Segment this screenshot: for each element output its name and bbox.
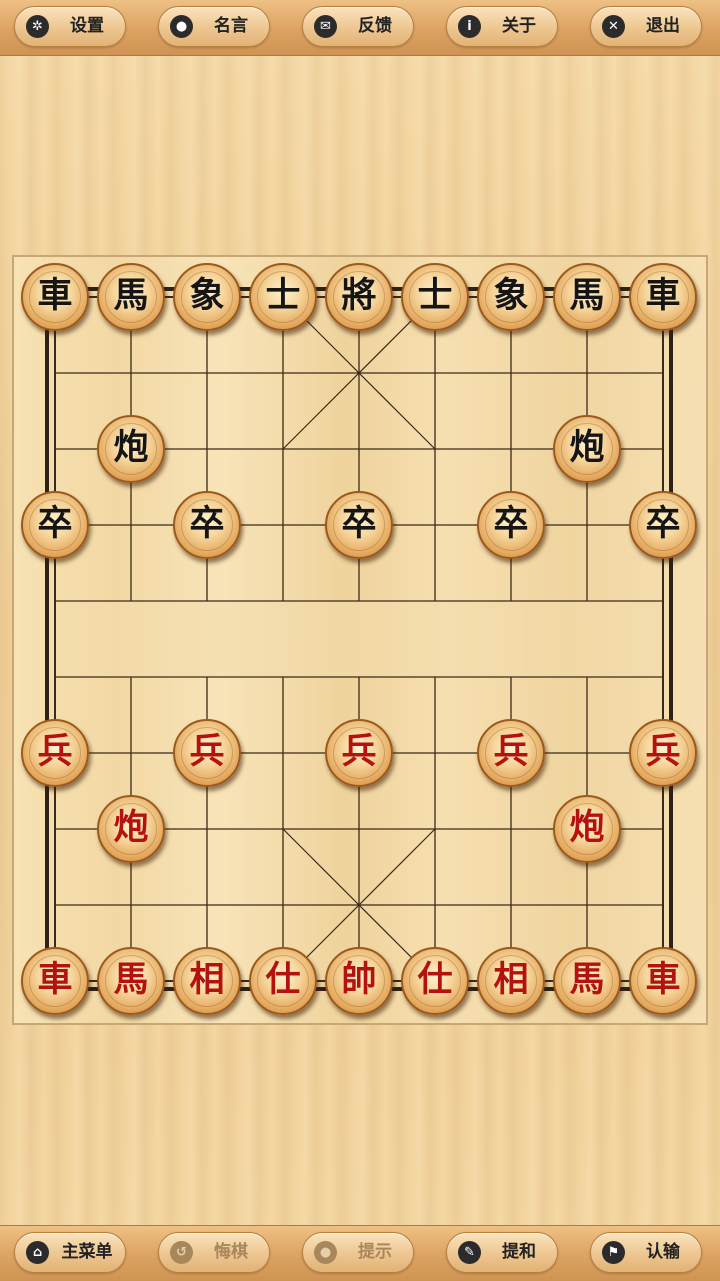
red-piece[interactable]: 車: [629, 947, 697, 1015]
undo-label: 悔棋: [214, 1242, 248, 1262]
red-piece[interactable]: 兵: [325, 719, 393, 787]
undo-button[interactable]: ↺ 悔棋: [158, 1232, 270, 1273]
black-piece[interactable]: 象: [477, 263, 545, 331]
black-piece[interactable]: 將: [325, 263, 393, 331]
red-piece[interactable]: 炮: [553, 795, 621, 863]
black-piece[interactable]: 炮: [97, 415, 165, 483]
xiangqi-board: [12, 255, 708, 1025]
black-piece[interactable]: 卒: [173, 491, 241, 559]
black-piece[interactable]: 卒: [21, 491, 89, 559]
black-piece[interactable]: 炮: [553, 415, 621, 483]
pencil-icon: ✎: [458, 1241, 481, 1264]
flag-icon: ⚑: [602, 1241, 625, 1264]
hint-label: 提示: [358, 1242, 392, 1262]
red-piece[interactable]: 相: [477, 947, 545, 1015]
red-piece[interactable]: 仕: [401, 947, 469, 1015]
black-piece[interactable]: 車: [21, 263, 89, 331]
red-piece[interactable]: 兵: [477, 719, 545, 787]
red-piece[interactable]: 相: [173, 947, 241, 1015]
red-piece[interactable]: 馬: [97, 947, 165, 1015]
black-piece[interactable]: 馬: [553, 263, 621, 331]
black-piece[interactable]: 卒: [325, 491, 393, 559]
red-piece[interactable]: 仕: [249, 947, 317, 1015]
black-piece[interactable]: 士: [249, 263, 317, 331]
red-piece[interactable]: 兵: [173, 719, 241, 787]
home-icon: ⌂: [26, 1241, 49, 1264]
red-piece[interactable]: 帥: [325, 947, 393, 1015]
red-piece[interactable]: 馬: [553, 947, 621, 1015]
undo-icon: ↺: [170, 1241, 193, 1264]
offer-draw-label: 提和: [502, 1242, 536, 1262]
black-piece[interactable]: 車: [629, 263, 697, 331]
resign-label: 认输: [646, 1242, 680, 1262]
red-piece[interactable]: 兵: [21, 719, 89, 787]
black-piece[interactable]: 馬: [97, 263, 165, 331]
main-menu-button[interactable]: ⌂ 主菜单: [14, 1232, 126, 1273]
bottom-toolbar: ⌂ 主菜单 ↺ 悔棋 ● 提示 ✎ 提和 ⚑ 认输: [0, 1225, 720, 1281]
black-piece[interactable]: 卒: [629, 491, 697, 559]
resign-button[interactable]: ⚑ 认输: [590, 1232, 702, 1273]
main-menu-label: 主菜单: [61, 1242, 113, 1262]
hint-button[interactable]: ● 提示: [302, 1232, 414, 1273]
lightbulb-icon: ●: [314, 1241, 337, 1264]
offer-draw-button[interactable]: ✎ 提和: [446, 1232, 558, 1273]
red-piece[interactable]: 車: [21, 947, 89, 1015]
black-piece[interactable]: 士: [401, 263, 469, 331]
red-piece[interactable]: 兵: [629, 719, 697, 787]
black-piece[interactable]: 卒: [477, 491, 545, 559]
black-piece[interactable]: 象: [173, 263, 241, 331]
river: [56, 602, 662, 676]
red-piece[interactable]: 炮: [97, 795, 165, 863]
